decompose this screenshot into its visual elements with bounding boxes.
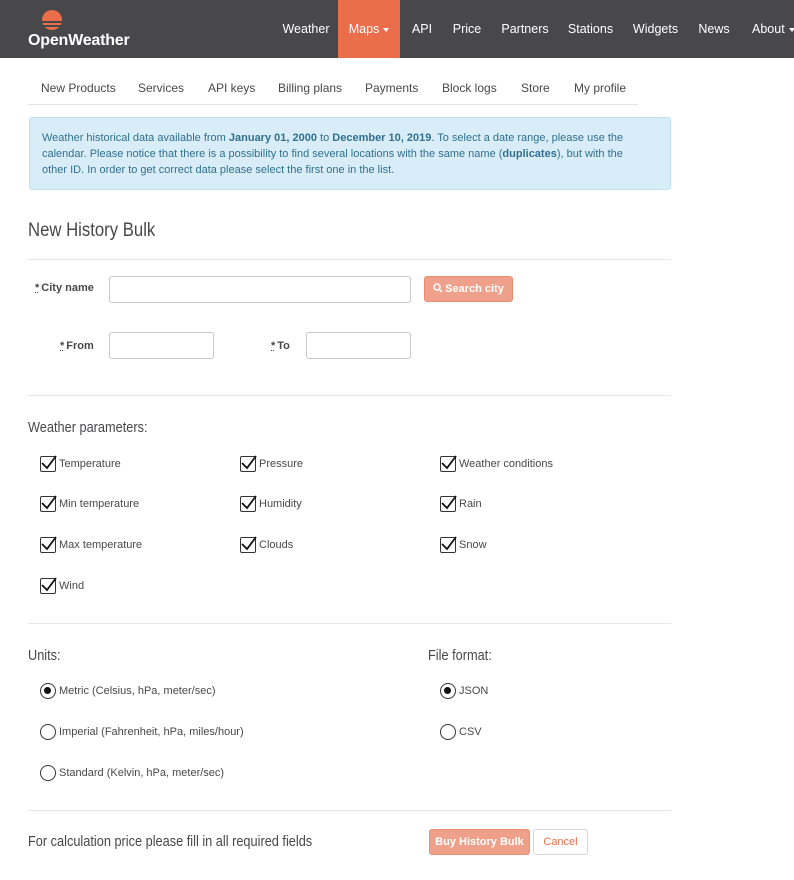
page-title: New History Bulk xyxy=(28,220,156,241)
check-icon xyxy=(241,455,257,470)
radio-empty-icon xyxy=(40,765,56,781)
to-label: * To xyxy=(271,340,290,352)
top-navbar: OpenWeather Weather Maps API Price Partn… xyxy=(0,0,794,58)
nav-partners[interactable]: Partners xyxy=(496,0,554,58)
checkbox-clouds[interactable]: Clouds xyxy=(240,536,293,553)
from-date-input[interactable] xyxy=(109,332,214,359)
checkbox-weather-conditions[interactable]: Weather conditions xyxy=(440,455,553,472)
cancel-button[interactable]: Cancel xyxy=(533,829,588,855)
divider xyxy=(28,259,671,260)
radio-units-standard[interactable]: Standard (Kelvin, hPa, meter/sec) xyxy=(40,765,224,781)
nav-api[interactable]: API xyxy=(403,0,441,58)
checkbox-temperature[interactable]: Temperature xyxy=(40,455,121,472)
date-from-highlight: January 01, 2000 xyxy=(228,132,317,144)
subnav-payments[interactable]: Payments xyxy=(365,74,418,102)
nav-price[interactable]: Price xyxy=(446,0,488,58)
divider xyxy=(28,395,671,396)
radio-format-json[interactable]: JSON xyxy=(440,683,488,699)
divider xyxy=(28,810,671,811)
checkbox-wind[interactable]: Wind xyxy=(40,577,84,594)
subnav-block-logs[interactable]: Block logs xyxy=(442,74,497,102)
subnav-services[interactable]: Services xyxy=(138,74,184,102)
search-city-button[interactable]: Search city xyxy=(424,276,513,302)
check-icon xyxy=(41,577,57,592)
city-name-input[interactable] xyxy=(109,276,411,303)
subnav-billing-plans[interactable]: Billing plans xyxy=(278,74,342,102)
nav-news[interactable]: News xyxy=(693,0,735,58)
check-icon xyxy=(241,536,257,551)
check-icon xyxy=(41,536,57,551)
nav-stations[interactable]: Stations xyxy=(563,0,618,58)
radio-empty-icon xyxy=(40,724,56,740)
check-icon xyxy=(241,495,257,510)
nav-maps[interactable]: Maps xyxy=(338,0,400,58)
caret-down-icon xyxy=(788,27,794,32)
radio-units-imperial[interactable]: Imperial (Fahrenheit, hPa, miles/hour) xyxy=(40,724,244,740)
price-hint: For calculation price please fill in all… xyxy=(28,833,313,850)
nav-widgets[interactable]: Widgets xyxy=(627,0,684,58)
subnav-my-profile[interactable]: My profile xyxy=(574,74,626,102)
info-alert: Weather historical data available from J… xyxy=(29,117,671,190)
caret-down-icon xyxy=(383,27,390,32)
units-title: Units: xyxy=(28,647,61,664)
radio-selected-icon xyxy=(40,683,56,699)
nav-weather[interactable]: Weather xyxy=(276,0,336,58)
checkbox-min-temperature[interactable]: Min temperature xyxy=(40,495,139,512)
divider xyxy=(28,623,671,624)
checkbox-pressure[interactable]: Pressure xyxy=(240,455,303,472)
buy-history-bulk-button[interactable]: Buy History Bulk xyxy=(429,829,530,855)
file-format-title: File format: xyxy=(428,647,492,664)
account-subnav: New Products Services API keys Billing p… xyxy=(28,74,638,105)
check-icon xyxy=(41,495,57,510)
subnav-api-keys[interactable]: API keys xyxy=(208,74,255,102)
subnav-store[interactable]: Store xyxy=(521,74,550,102)
brand-name: OpenWeather xyxy=(28,32,130,49)
openweather-logo[interactable]: OpenWeather xyxy=(28,6,138,52)
date-to-highlight: December 10, 2019 xyxy=(332,132,432,144)
radio-units-metric[interactable]: Metric (Celsius, hPa, meter/sec) xyxy=(40,683,215,699)
duplicates-highlight: duplicates xyxy=(502,148,557,160)
check-icon xyxy=(441,536,457,551)
to-date-input[interactable] xyxy=(306,332,411,359)
city-name-label: * City name xyxy=(35,282,94,294)
subnav-new-products[interactable]: New Products xyxy=(41,74,116,102)
checkbox-snow[interactable]: Snow xyxy=(440,536,487,553)
check-icon xyxy=(441,495,457,510)
weather-parameters-title: Weather parameters: xyxy=(28,419,148,436)
checkbox-max-temperature[interactable]: Max temperature xyxy=(40,536,142,553)
radio-format-csv[interactable]: CSV xyxy=(440,724,482,740)
radio-empty-icon xyxy=(440,724,456,740)
nav-about[interactable]: About xyxy=(744,0,794,58)
search-icon xyxy=(433,283,443,293)
checkbox-rain[interactable]: Rain xyxy=(440,495,482,512)
check-icon xyxy=(441,455,457,470)
check-icon xyxy=(41,455,57,470)
checkbox-humidity[interactable]: Humidity xyxy=(240,495,302,512)
radio-selected-icon xyxy=(440,683,456,699)
from-label: * From xyxy=(60,340,94,352)
